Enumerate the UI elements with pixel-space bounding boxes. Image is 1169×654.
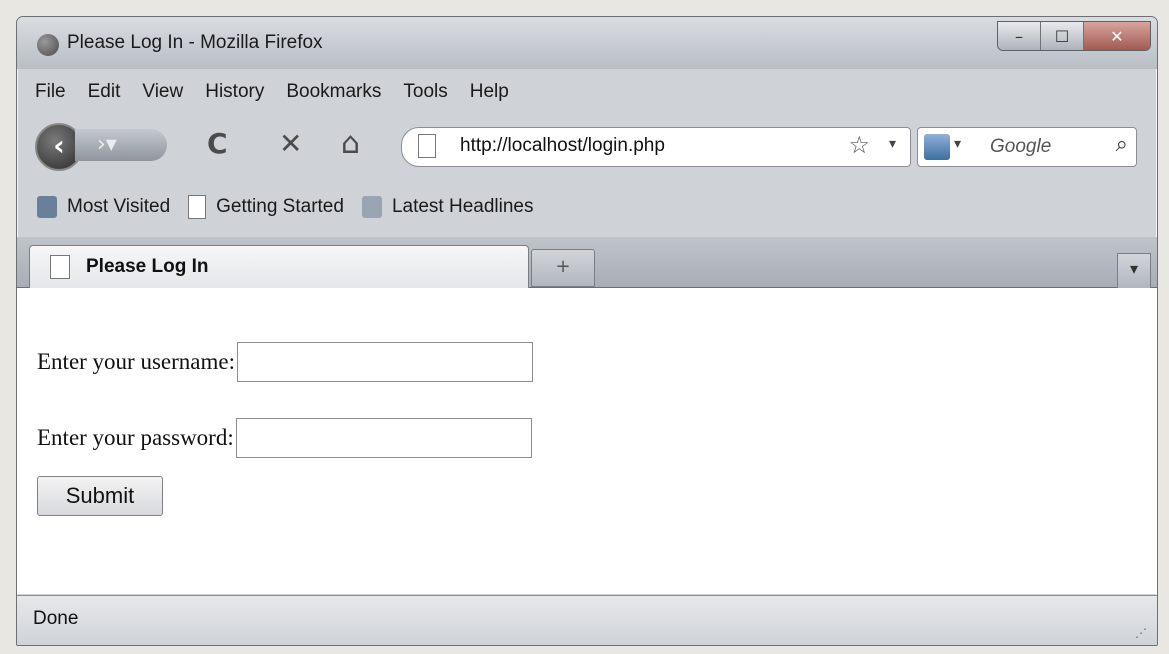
password-input[interactable] (235, 418, 532, 458)
forward-button[interactable]: ›▾ (75, 129, 167, 161)
window-controls: – ☐ ✕ (997, 21, 1151, 51)
search-engine-dropdown-icon[interactable]: ▾ (954, 136, 961, 152)
username-row: Enter your username: (37, 342, 533, 382)
tab-strip: Please Log In + ▾ (17, 237, 1157, 289)
stop-button[interactable]: ✕ (279, 129, 302, 159)
menu-bookmarks[interactable]: Bookmarks (286, 79, 381, 109)
url-text[interactable]: http://localhost/login.php (460, 135, 665, 157)
google-engine-icon[interactable] (924, 134, 950, 160)
reload-button[interactable]: C (207, 129, 228, 159)
url-bar[interactable]: http://localhost/login.php ☆ ▾ (401, 127, 911, 167)
page-icon (418, 134, 436, 158)
rss-feed-icon (361, 196, 382, 218)
status-text: Done (33, 608, 79, 629)
menu-view[interactable]: View (142, 79, 183, 109)
submit-button[interactable]: Submit (37, 476, 163, 516)
url-dropdown-icon[interactable]: ▾ (889, 136, 896, 152)
window-title: Please Log In - Mozilla Firefox (67, 32, 323, 53)
bookmarks-toolbar: Most Visited Getting Started Latest Head… (17, 191, 1157, 223)
menu-bar: File Edit View History Bookmarks Tools H… (17, 79, 1157, 109)
new-tab-button[interactable]: + (531, 249, 595, 287)
browser-window: Please Log In - Mozilla Firefox – ☐ ✕ Fi… (16, 16, 1158, 646)
password-label: Enter your password: (37, 425, 234, 450)
tab-please-log-in[interactable]: Please Log In (29, 245, 529, 288)
most-visited-icon (37, 196, 57, 218)
search-icon[interactable]: ⌕ (1116, 132, 1128, 157)
minimize-button[interactable]: – (998, 22, 1041, 50)
password-row: Enter your password: (37, 418, 532, 458)
title-bar: Please Log In - Mozilla Firefox – ☐ ✕ (17, 17, 1157, 69)
home-button[interactable]: ⌂ (341, 129, 360, 159)
username-label: Enter your username: (37, 349, 235, 374)
page-icon (188, 195, 207, 219)
menu-history[interactable]: History (205, 79, 264, 109)
status-bar: Done ⋰ (17, 595, 1157, 645)
bookmark-most-visited[interactable]: Most Visited (67, 196, 170, 218)
search-bar[interactable]: ▾ Google ⌕ (917, 127, 1137, 167)
search-placeholder[interactable]: Google (990, 136, 1051, 158)
tab-label: Please Log In (86, 256, 209, 277)
resize-grip-icon[interactable]: ⋰ (1135, 626, 1147, 640)
bookmark-star-icon[interactable]: ☆ (848, 131, 870, 159)
firefox-icon (37, 34, 59, 56)
page-content: Enter your username: Enter your password… (17, 288, 1157, 594)
bookmark-latest-headlines[interactable]: Latest Headlines (392, 196, 534, 218)
maximize-button[interactable]: ☐ (1041, 22, 1084, 50)
menu-tools[interactable]: Tools (403, 79, 447, 109)
navigation-toolbar: ‹ ›▾ C ✕ ⌂ http://localhost/login.php ☆ … (17, 115, 1157, 171)
bookmark-getting-started[interactable]: Getting Started (216, 196, 344, 218)
list-all-tabs-button[interactable]: ▾ (1117, 253, 1151, 289)
menu-help[interactable]: Help (470, 79, 509, 109)
page-icon (50, 255, 70, 279)
menu-edit[interactable]: Edit (88, 79, 121, 109)
close-button[interactable]: ✕ (1084, 22, 1150, 50)
menu-file[interactable]: File (35, 79, 66, 109)
username-input[interactable] (236, 342, 533, 382)
